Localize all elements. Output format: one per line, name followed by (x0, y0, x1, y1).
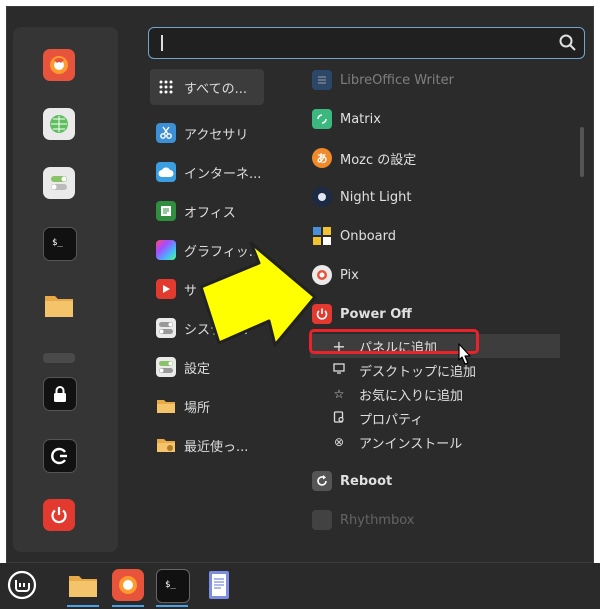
category-label: 場所 (184, 400, 211, 416)
context-label: アンインストール (359, 436, 463, 452)
uninstall-icon: ⊗ (333, 435, 345, 449)
app-label: Reboot (340, 473, 393, 489)
category-label: すべての... (184, 81, 247, 97)
settings-toggle-icon (156, 357, 176, 377)
shutdown-icon[interactable] (43, 499, 75, 531)
category-office[interactable]: オフィス (150, 193, 300, 229)
scissors-icon (156, 123, 176, 143)
category-label: 最近使っ... (184, 439, 249, 455)
cloud-icon (156, 162, 176, 182)
logout-icon[interactable] (43, 439, 77, 473)
mouse-cursor-icon (458, 343, 471, 365)
context-label: プロパティ (359, 412, 424, 428)
app-label: Night Light (340, 189, 412, 205)
context-add-to-favorites[interactable]: ☆ お気に入りに追加 (310, 382, 560, 406)
app-label: LibreOffice Writer (340, 72, 454, 88)
desktop-icon (332, 363, 346, 377)
category-places[interactable]: 場所 (150, 388, 300, 424)
separator-icon (43, 353, 75, 363)
files-folder-icon[interactable] (43, 289, 75, 321)
context-add-to-desktop[interactable]: デスクトップに追加 (310, 358, 560, 382)
scrollbar[interactable] (580, 127, 584, 177)
active-indicator (156, 605, 188, 607)
system-settings-toggle-icon[interactable] (43, 167, 75, 199)
search-box[interactable] (148, 27, 585, 59)
context-uninstall[interactable]: ⊗ アンインストール (310, 430, 560, 454)
app-label: Mozc の設定 (340, 152, 417, 168)
app-pix[interactable]: Pix (312, 258, 562, 292)
category-all[interactable]: すべての... (150, 69, 264, 105)
favorites-sidebar: $_ (13, 27, 118, 552)
context-label: お気に入りに追加 (359, 388, 464, 404)
moon-icon (312, 187, 332, 207)
active-indicator (112, 605, 144, 607)
app-mozc-settings[interactable]: あ Mozc の設定 (312, 141, 562, 175)
app-matrix[interactable]: Matrix (312, 102, 562, 136)
app-reboot[interactable]: Reboot (312, 464, 562, 498)
category-label: 設定 (184, 361, 211, 377)
category-internet[interactable]: インターネ... (150, 154, 300, 190)
app-rhythmbox[interactable]: Rhythmbox (312, 503, 562, 537)
app-power-off[interactable]: Power Off (312, 297, 562, 331)
mozc-icon: あ (312, 148, 332, 168)
matrix-icon (312, 109, 332, 129)
lock-icon[interactable] (43, 377, 77, 411)
screenshot-frame: $_ すべての... アクセサリ インターネ... オフィス グラフィッ... … (0, 0, 600, 609)
category-accessories[interactable]: アクセサリ (150, 115, 300, 151)
taskbar-files-folder-icon[interactable] (67, 569, 99, 601)
firefox-icon[interactable] (43, 49, 75, 81)
folder-icon (156, 396, 176, 416)
app-libreoffice-writer[interactable]: LibreOffice Writer (312, 63, 562, 97)
graphics-icon (156, 240, 176, 260)
app-label: Onboard (340, 228, 397, 244)
star-icon: ☆ (333, 387, 345, 401)
app-label: Pix (340, 267, 359, 283)
search-icon[interactable] (558, 33, 578, 53)
svg-text:$_: $_ (165, 580, 176, 590)
category-label: アクセサリ (184, 127, 249, 143)
svg-text:$_: $_ (52, 238, 63, 248)
writer-icon (312, 70, 332, 90)
app-label: Rhythmbox (340, 512, 415, 528)
play-icon (156, 279, 176, 299)
taskbar-text-editor-icon[interactable] (203, 569, 235, 601)
terminal-icon[interactable]: $_ (43, 227, 77, 261)
toggle-icon (156, 318, 176, 338)
active-indicator (67, 605, 99, 607)
properties-icon (332, 410, 346, 426)
grid-icon (156, 77, 176, 97)
text-caret (161, 35, 163, 51)
app-night-light[interactable]: Night Light (312, 180, 562, 214)
category-recent[interactable]: 最近使っ... (150, 427, 300, 463)
category-label: インターネ... (184, 166, 262, 182)
web-browser-icon[interactable] (43, 108, 75, 140)
context-properties[interactable]: プロパティ (310, 406, 560, 430)
taskbar: $_ (0, 563, 600, 609)
app-onboard[interactable]: Onboard (312, 219, 562, 253)
taskbar-firefox-icon[interactable] (112, 569, 144, 601)
app-label: Matrix (340, 111, 381, 127)
recent-folder-icon (156, 435, 176, 455)
yellow-arrow-annotation (199, 241, 317, 347)
rhythmbox-icon (312, 510, 332, 530)
app-label: Power Off (340, 306, 412, 322)
category-label: オフィス (184, 205, 236, 221)
mint-menu-button[interactable] (6, 569, 38, 601)
office-icon (156, 201, 176, 221)
reboot-icon (312, 471, 332, 491)
taskbar-terminal-icon[interactable]: $_ (156, 569, 190, 603)
